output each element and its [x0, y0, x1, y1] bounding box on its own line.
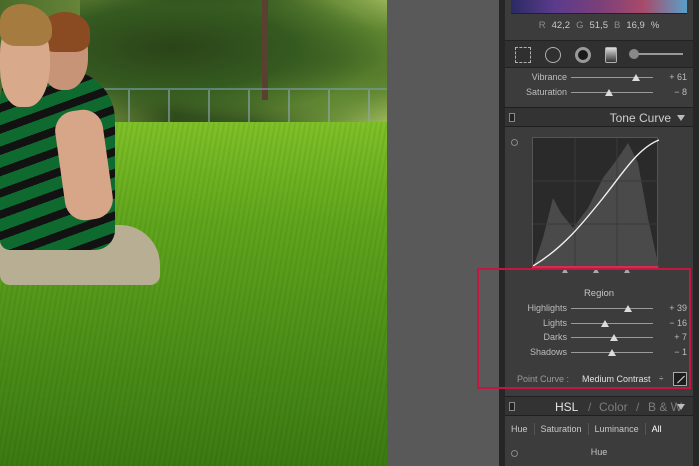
tab-separator-2: /: [636, 400, 640, 414]
photo-preview[interactable]: [0, 0, 387, 466]
b-value: 16,9: [626, 19, 645, 31]
tab-hsl[interactable]: HSL: [555, 400, 578, 414]
app-window: R 42,2 G 51,5 B 16,9 % Vibrance + 61 Sat…: [0, 0, 699, 466]
sub-tab-all[interactable]: All: [646, 423, 668, 435]
curve-svg: [532, 138, 660, 268]
unit-label: %: [650, 19, 660, 31]
saturation-value[interactable]: − 8: [657, 87, 687, 97]
tone-curve-title: Tone Curve: [609, 111, 671, 125]
adjustment-brush-icon[interactable]: [629, 49, 683, 59]
sub-tab-hue[interactable]: Hue: [505, 423, 535, 435]
g-value: 51,5: [589, 19, 608, 31]
collapse-triangle-icon[interactable]: [677, 115, 685, 121]
rgb-readout: R 42,2 G 51,5 B 16,9 %: [509, 18, 689, 32]
saturation-slider[interactable]: [571, 89, 653, 96]
tool-strip: [505, 40, 693, 68]
sub-tab-luminance[interactable]: Luminance: [589, 423, 646, 435]
develop-panel: R 42,2 G 51,5 B 16,9 % Vibrance + 61 Sat…: [499, 0, 699, 466]
spot-removal-icon[interactable]: [545, 47, 561, 63]
hsl-collapse-icon[interactable]: [677, 404, 685, 410]
photo-pole: [262, 0, 268, 100]
saturation-label: Saturation: [525, 87, 567, 97]
vibrance-slider[interactable]: [571, 74, 653, 81]
r-value: 42,2: [551, 19, 571, 31]
saturation-row: Saturation − 8: [505, 86, 693, 100]
hsl-sub-tabs: Hue Saturation Luminance All: [505, 420, 693, 438]
graduated-filter-icon[interactable]: [605, 47, 617, 63]
tone-curve-header[interactable]: Tone Curve: [505, 107, 693, 127]
sub-tab-saturation[interactable]: Saturation: [535, 423, 589, 435]
histogram: [511, 0, 687, 14]
hsl-switch-icon[interactable]: [509, 402, 515, 411]
g-label: G: [576, 19, 584, 31]
hsl-header: HSL / Color / B & W: [505, 396, 693, 416]
red-eye-icon[interactable]: [575, 47, 591, 63]
vibrance-value[interactable]: + 61: [657, 72, 687, 82]
hue-subheading: Hue: [590, 447, 608, 457]
crop-icon[interactable]: [515, 47, 531, 63]
panel-right-edge: [693, 0, 699, 466]
r-label: R: [538, 19, 546, 31]
annotation-highlight-box: [477, 268, 691, 389]
tab-color[interactable]: Color: [599, 400, 628, 414]
b-label: B: [613, 19, 621, 31]
vibrance-row: Vibrance + 61: [505, 71, 693, 85]
saturation-thumb[interactable]: [604, 89, 613, 96]
tone-curve-graph[interactable]: [532, 137, 660, 268]
canvas-gap: [387, 0, 499, 466]
vibrance-thumb[interactable]: [631, 74, 640, 81]
curve-histogram: [533, 143, 659, 268]
vibrance-label: Vibrance: [531, 72, 567, 82]
targeted-adjustment-icon[interactable]: [511, 139, 518, 146]
tab-separator-1: /: [588, 400, 592, 414]
panel-switch-icon[interactable]: [509, 113, 515, 122]
